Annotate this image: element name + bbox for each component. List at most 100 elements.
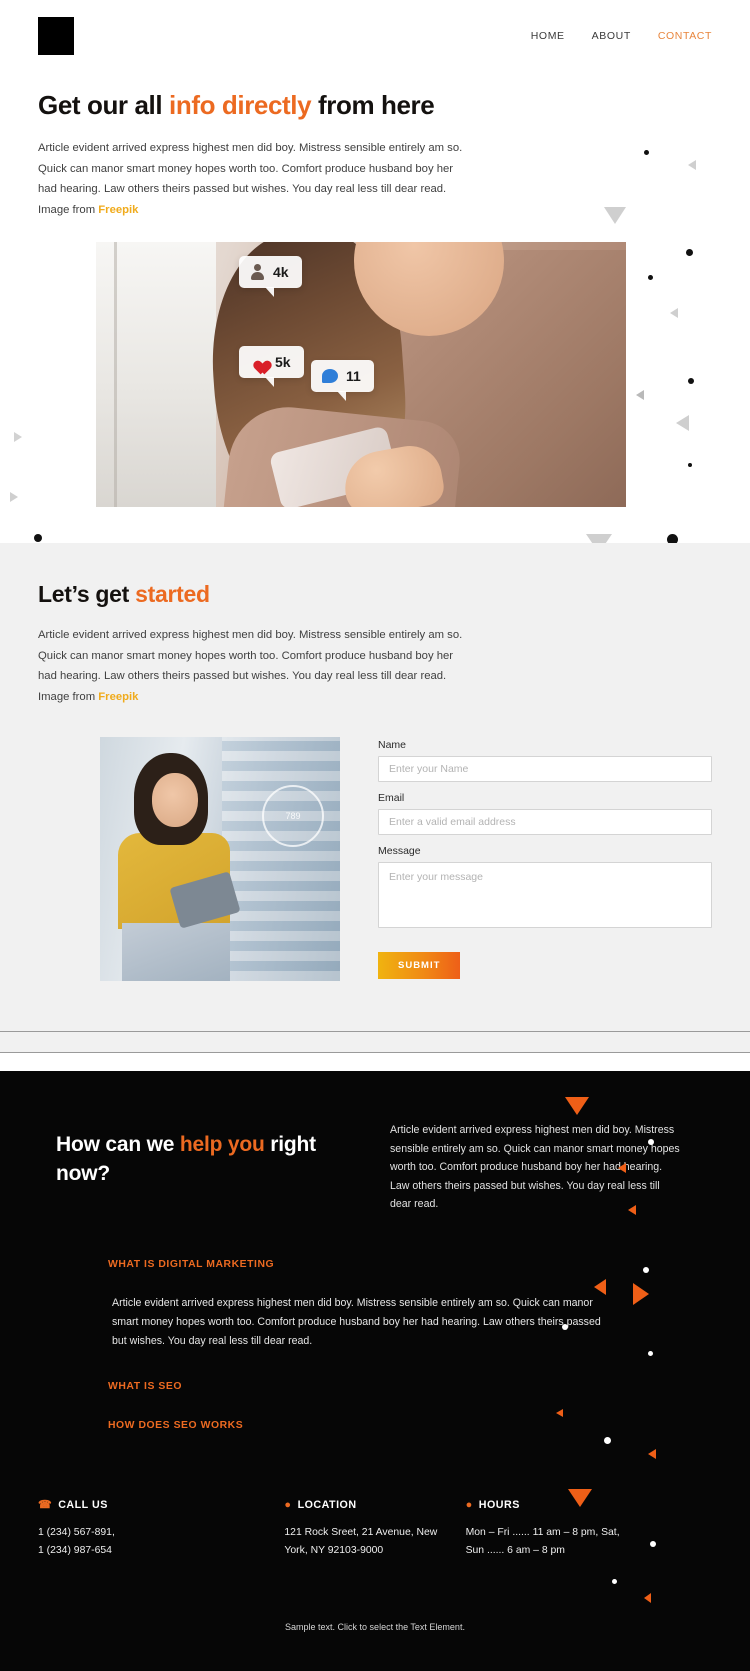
accordion-item-what-is-seo[interactable]: WHAT IS SEO <box>108 1381 712 1392</box>
photo-ring-overlay <box>262 785 324 848</box>
contact-heading-location: ● LOCATION <box>284 1499 465 1511</box>
deco-dot <box>34 534 42 542</box>
deco-triangle-down <box>604 207 626 224</box>
field-group-name: Name <box>378 739 712 783</box>
started-photo <box>100 737 340 982</box>
started-title-accent: started <box>135 581 210 608</box>
message-textarea[interactable] <box>378 862 712 929</box>
started-title-part1: Let’s get <box>38 581 136 608</box>
contact-heading-hours: ● HOURS <box>466 1499 712 1511</box>
accordion-title-what-is-seo[interactable]: WHAT IS SEO <box>108 1381 712 1392</box>
hero-title-part1: Get our all <box>38 90 170 120</box>
footer-sample-text[interactable]: Sample text. Click to select the Text El… <box>38 1622 712 1632</box>
badge-comments-value: 11 <box>346 368 361 385</box>
clock-icon: ● <box>465 1498 473 1511</box>
hero-title-part2: from here <box>311 90 435 120</box>
deco-triangle-right <box>10 492 18 502</box>
deco-triangle-left <box>670 308 678 318</box>
hero-title-accent: info directly <box>169 90 312 120</box>
contact-line: 121 Rock Sreet, 21 Avenue, New <box>284 1527 438 1539</box>
hero-paragraph: Article evident arrived express highest … <box>38 138 468 220</box>
logo-mark-icon[interactable] <box>38 17 74 55</box>
hero-section: Get our all info directly from here Arti… <box>0 72 750 554</box>
accordion-title-how-seo-works[interactable]: HOW DOES SEO WORKS <box>108 1420 712 1431</box>
started-freepik-link[interactable]: Freepik <box>98 691 138 703</box>
hero-photo: 4k 5k 11 <box>96 242 626 508</box>
contact-lines-call-us: 1 (234) 567-891, 1 (234) 987-654 <box>38 1524 284 1560</box>
started-title: Let’s get started <box>38 581 712 608</box>
badge-likes-value: 5k <box>275 354 291 371</box>
accordion-title-digital-marketing[interactable]: WHAT IS DIGITAL MARKETING <box>108 1259 712 1270</box>
help-header: How can we help you right now? Article e… <box>38 1117 712 1213</box>
badge-comments: 11 <box>311 360 374 402</box>
deco-triangle-left <box>688 160 696 170</box>
site-header: HOME ABOUT CONTACT <box>0 0 750 72</box>
badge-likes: 5k <box>239 346 304 388</box>
contact-heading-label: LOCATION <box>297 1499 357 1512</box>
contact-form: Name Email Message SUBMIT <box>378 737 712 981</box>
deco-triangle-right <box>14 432 22 442</box>
accordion-spacer <box>108 1392 712 1420</box>
deco-dot <box>648 275 653 280</box>
help-title-accent: help you <box>179 1133 265 1157</box>
message-label: Message <box>378 845 421 858</box>
nav-item-contact[interactable]: CONTACT <box>658 30 712 42</box>
help-paragraph: Article evident arrived express highest … <box>390 1124 680 1211</box>
email-label: Email <box>378 792 405 805</box>
field-group-email: Email <box>378 792 712 836</box>
name-input[interactable] <box>378 756 712 783</box>
hero-title: Get our all info directly from here <box>38 90 712 121</box>
deco-triangle-left-orange <box>644 1593 651 1604</box>
help-section: How can we help you right now? Article e… <box>0 1071 750 1671</box>
deco-triangle-left <box>636 390 644 400</box>
location-pin-icon: ● <box>284 1498 292 1511</box>
contact-heading-label: HOURS <box>478 1499 520 1512</box>
contact-lines-hours: Mon – Fri ...... 11 am – 8 pm, Sat, Sun … <box>466 1524 712 1560</box>
help-title-part1: How can we <box>56 1133 180 1157</box>
name-label: Name <box>378 739 407 752</box>
photo-face <box>152 773 198 828</box>
contact-column-location: ● LOCATION 121 Rock Sreet, 21 Avenue, Ne… <box>284 1499 465 1560</box>
contact-lines-location: 121 Rock Sreet, 21 Avenue, New York, NY … <box>284 1524 465 1560</box>
deco-dot <box>688 463 692 467</box>
accordion-item-digital-marketing[interactable]: WHAT IS DIGITAL MARKETING Article eviden… <box>108 1259 712 1381</box>
contact-line: Sun ...... 6 am – 8 pm <box>465 1544 565 1556</box>
main-navigation: HOME ABOUT CONTACT <box>531 30 712 42</box>
deco-dot <box>612 1579 617 1585</box>
contact-line: 1 (234) 567-891, <box>38 1527 115 1539</box>
nav-item-about[interactable]: ABOUT <box>592 30 631 42</box>
help-title: How can we help you right now? <box>56 1131 356 1188</box>
white-gap <box>0 1053 750 1072</box>
heart-icon <box>250 354 267 370</box>
deco-dot <box>686 249 693 256</box>
deco-triangle-left-orange <box>648 1449 656 1460</box>
contact-line: Mon – Fri ...... 11 am – 8 pm, Sat, <box>465 1527 620 1539</box>
photo-jeans <box>122 923 230 982</box>
nav-item-home[interactable]: HOME <box>531 30 565 42</box>
phone-icon: ☎ <box>38 1498 53 1511</box>
deco-dot <box>644 150 649 155</box>
contact-line: York, NY 92103-9000 <box>284 1544 384 1556</box>
submit-button[interactable]: SUBMIT <box>378 952 461 980</box>
contact-info-row: ☎ CALL US 1 (234) 567-891, 1 (234) 987-6… <box>38 1499 712 1560</box>
accordion-item-how-seo-works[interactable]: HOW DOES SEO WORKS <box>108 1420 712 1431</box>
contact-heading-label: CALL US <box>58 1499 108 1512</box>
contact-column-call-us: ☎ CALL US 1 (234) 567-891, 1 (234) 987-6… <box>38 1499 284 1560</box>
started-paragraph: Article evident arrived express highest … <box>38 625 468 707</box>
badge-followers: 4k <box>239 256 302 298</box>
landing-page: HOME ABOUT CONTACT Get our all info dire… <box>0 0 750 1671</box>
hero-freepik-link[interactable]: Freepik <box>98 204 138 216</box>
faq-accordion: WHAT IS DIGITAL MARKETING Article eviden… <box>38 1259 712 1431</box>
contact-column-hours: ● HOURS Mon – Fri ...... 11 am – 8 pm, S… <box>466 1499 712 1560</box>
comment-icon <box>322 369 338 384</box>
contact-line: 1 (234) 987-654 <box>38 1544 112 1556</box>
deco-dot <box>688 378 694 384</box>
deco-triangle-left <box>676 415 689 431</box>
contact-heading-call-us: ☎ CALL US <box>38 1499 284 1511</box>
accordion-body-digital-marketing: Article evident arrived express highest … <box>112 1297 601 1348</box>
deco-triangle-down-orange <box>565 1097 589 1116</box>
field-group-message: Message <box>378 845 712 933</box>
badge-followers-value: 4k <box>273 264 289 281</box>
email-input[interactable] <box>378 809 712 836</box>
section-divider <box>0 1031 750 1054</box>
